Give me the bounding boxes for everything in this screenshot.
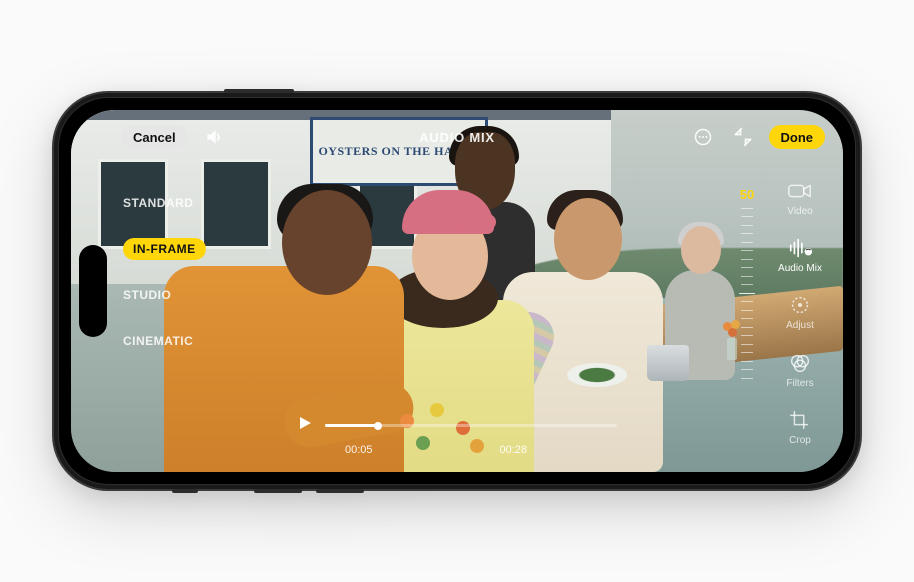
mode-in-frame[interactable]: IN-FRAME xyxy=(123,242,206,256)
audio-mix-modes: STANDARD IN-FRAME STUDIO CINEMATIC xyxy=(123,196,206,348)
tab-label: Video xyxy=(787,206,812,217)
tab-crop[interactable]: Crop xyxy=(787,409,813,446)
editor-tabs-rail: Video xyxy=(767,164,833,462)
tab-label: Adjust xyxy=(786,320,814,331)
side-button-power xyxy=(224,89,294,93)
time-elapsed: 00:05 xyxy=(345,444,373,456)
side-button-vol-down xyxy=(316,489,364,493)
intensity-dial[interactable]: 50 xyxy=(737,176,757,418)
intensity-value: 50 xyxy=(740,187,754,202)
time-total: 00:28 xyxy=(499,444,527,456)
cancel-button[interactable]: Cancel xyxy=(121,125,188,149)
tab-label: Crop xyxy=(789,435,811,446)
mode-studio[interactable]: STUDIO xyxy=(123,288,206,302)
mode-standard[interactable]: STANDARD xyxy=(123,196,206,210)
editor-title: AUDIO MIX xyxy=(419,130,495,145)
timeline-labels: 00:05 00:28 xyxy=(297,444,617,456)
done-button[interactable]: Done xyxy=(769,125,826,149)
tab-video[interactable]: Video xyxy=(787,180,813,217)
tab-audio-mix[interactable]: Audio Mix xyxy=(778,237,822,274)
mode-cinematic[interactable]: CINEMATIC xyxy=(123,334,206,348)
playback-controls xyxy=(297,415,617,436)
tab-filters[interactable]: Filters xyxy=(786,352,813,389)
scrubber-handle[interactable] xyxy=(374,422,382,430)
side-button-vol-up xyxy=(254,489,302,493)
dynamic-island xyxy=(79,245,107,337)
volume-icon[interactable] xyxy=(200,123,228,151)
tab-label: Filters xyxy=(786,378,813,389)
tab-adjust[interactable]: Adjust xyxy=(786,294,814,331)
iphone-frame: OYSTERS ON THE HALF S xyxy=(52,91,862,491)
tab-label: Audio Mix xyxy=(778,263,822,274)
top-bar: Cancel AUDIO MIX xyxy=(71,118,843,156)
exit-fullscreen-icon[interactable] xyxy=(729,123,757,151)
screen: OYSTERS ON THE HALF S xyxy=(71,110,843,472)
timeline-scrubber[interactable] xyxy=(325,424,617,427)
play-button[interactable] xyxy=(297,415,313,436)
more-options-icon[interactable] xyxy=(689,123,717,151)
side-button-action xyxy=(172,489,198,493)
